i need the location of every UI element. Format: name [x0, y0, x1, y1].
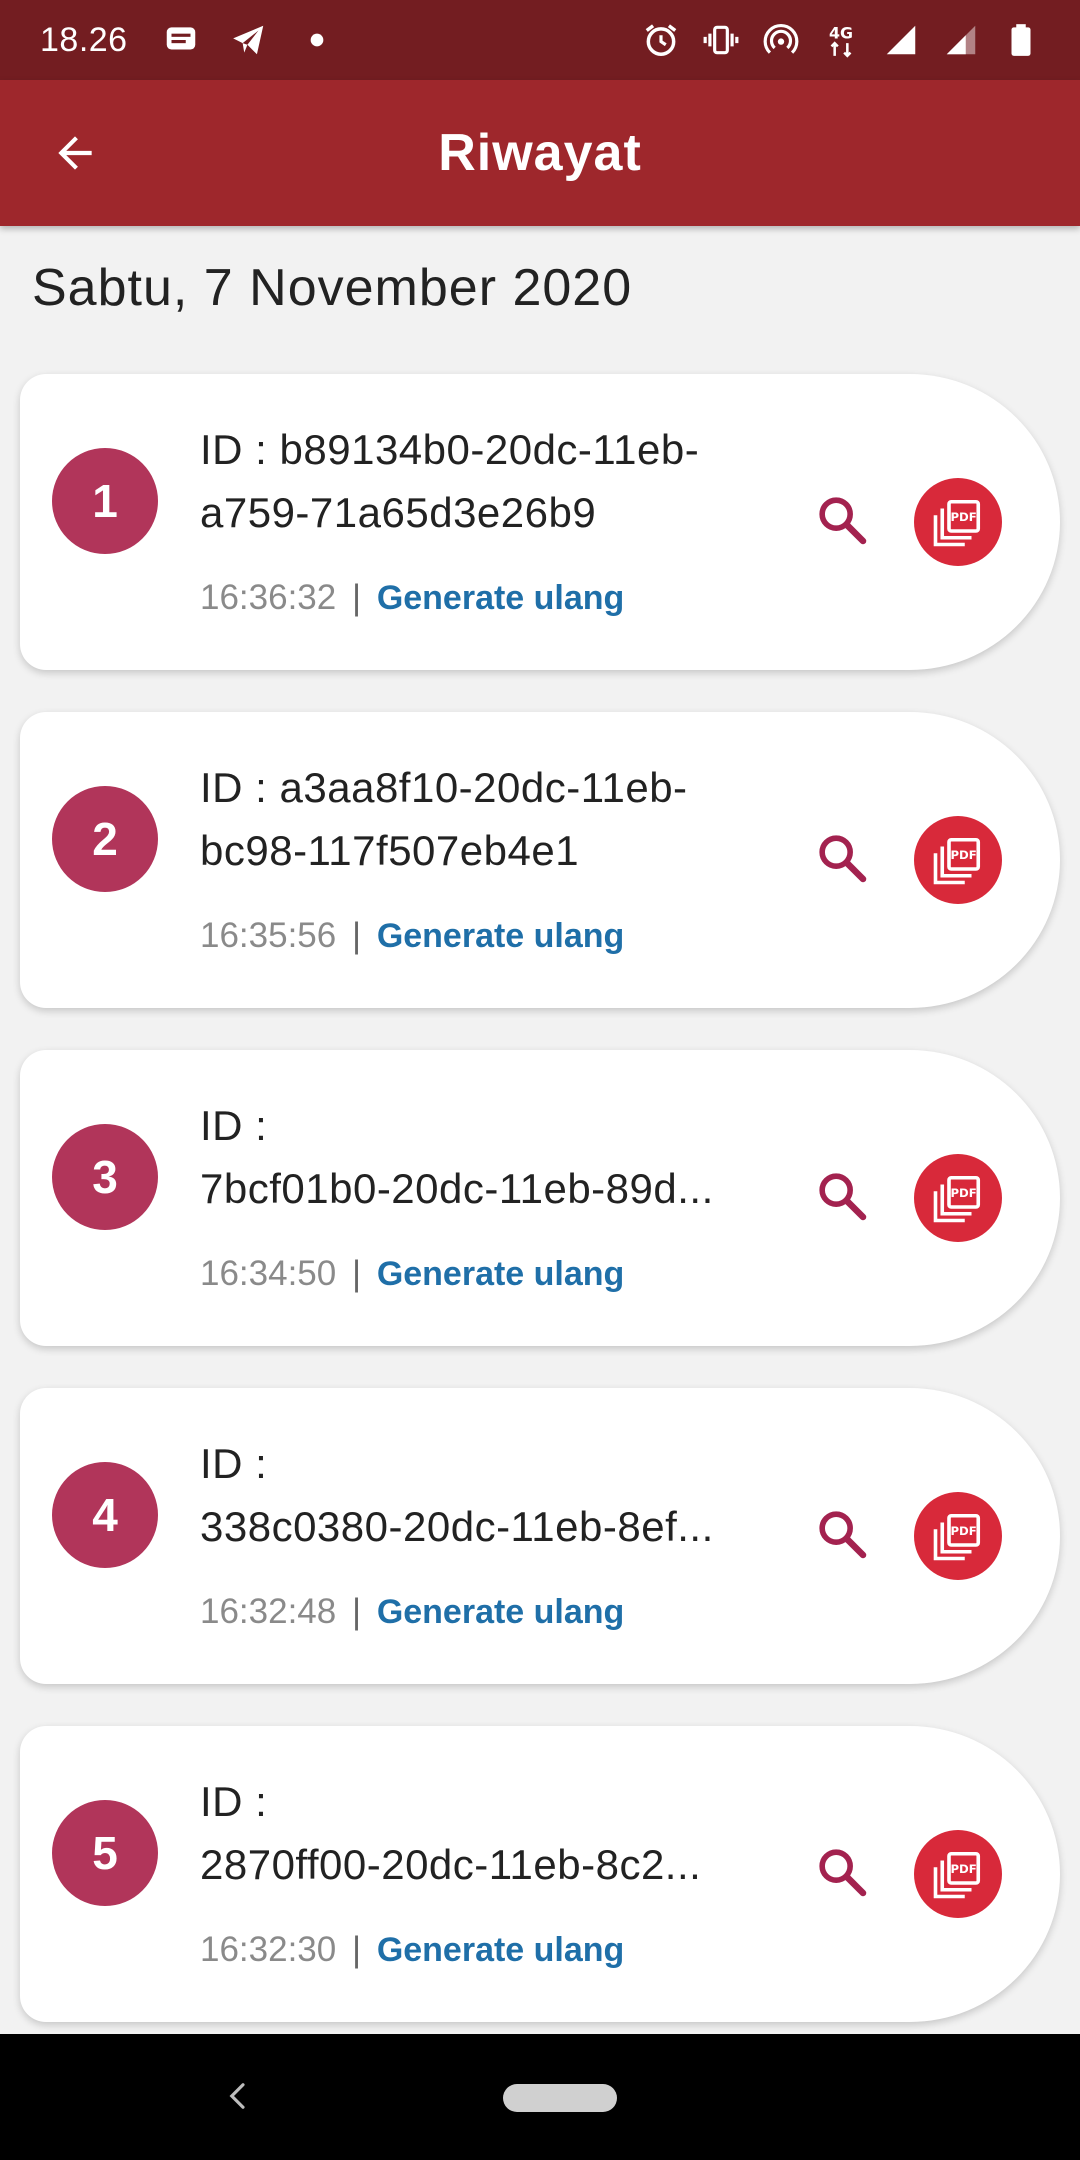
search-button[interactable]	[810, 488, 874, 552]
status-time: 18.26	[40, 20, 128, 59]
pdf-icon: PDF	[933, 1513, 981, 1561]
arrow-back-icon	[58, 136, 92, 170]
search-button[interactable]	[810, 826, 874, 890]
history-meta: 16:36:32 | Generate ulang	[200, 578, 624, 618]
history-id-line1: ID : a3aa8f10-20dc-11eb-	[200, 764, 688, 811]
svg-text:PDF: PDF	[950, 848, 976, 862]
pdf-button[interactable]: PDF	[914, 478, 1002, 566]
system-nav-bar	[0, 2034, 1080, 2160]
message-icon	[162, 21, 200, 59]
number-badge: 3	[52, 1124, 158, 1230]
svg-text:PDF: PDF	[950, 1862, 976, 1876]
search-button[interactable]	[810, 1502, 874, 1566]
svg-text:PDF: PDF	[950, 1524, 976, 1538]
history-id-line2: 7bcf01b0-20dc-11eb-89d...	[200, 1165, 714, 1212]
separator: |	[351, 1592, 362, 1631]
status-system-icons: 4G	[642, 21, 1040, 59]
history-time: 16:34:50	[200, 1254, 337, 1293]
history-meta: 16:32:30 | Generate ulang	[200, 1930, 624, 1970]
battery-icon	[1002, 21, 1040, 59]
search-icon	[819, 835, 867, 883]
history-id: ID : 338c0380-20dc-11eb-8ef...	[200, 1432, 760, 1558]
hotspot-icon	[762, 21, 800, 59]
network-4g-icon: 4G	[822, 21, 860, 59]
vibrate-icon	[702, 21, 740, 59]
signal-icon	[882, 21, 920, 59]
history-id-line1: ID :	[200, 1102, 268, 1149]
status-notification-icons	[162, 21, 336, 59]
history-time: 16:36:32	[200, 578, 337, 617]
history-id-line2: 338c0380-20dc-11eb-8ef...	[200, 1503, 714, 1550]
history-time: 16:32:30	[200, 1930, 337, 1969]
svg-text:PDF: PDF	[950, 510, 976, 524]
history-card[interactable]: 4 ID : 338c0380-20dc-11eb-8ef... 16:32:4…	[20, 1388, 1060, 1684]
pdf-button[interactable]: PDF	[914, 816, 1002, 904]
search-button[interactable]	[810, 1164, 874, 1228]
pdf-icon: PDF	[933, 1851, 981, 1899]
search-button[interactable]	[810, 1840, 874, 1904]
history-id: ID : a3aa8f10-20dc-11eb- bc98-117f507eb4…	[200, 756, 760, 882]
history-id: ID : 7bcf01b0-20dc-11eb-89d...	[200, 1094, 760, 1220]
pdf-icon: PDF	[933, 1175, 981, 1223]
app-bar: Riwayat	[0, 80, 1080, 226]
pdf-icon: PDF	[933, 837, 981, 885]
history-id-line1: ID :	[200, 1440, 268, 1487]
status-bar: 18.26 4G	[0, 0, 1080, 80]
history-id-line1: ID : b89134b0-20dc-11eb-	[200, 426, 700, 473]
generate-ulang-link[interactable]: Generate ulang	[377, 1593, 625, 1631]
search-icon	[819, 497, 867, 545]
history-id-line1: ID :	[200, 1778, 268, 1825]
alarm-icon	[642, 21, 680, 59]
date-header: Sabtu, 7 November 2020	[32, 259, 633, 317]
dot-icon	[298, 21, 336, 59]
nav-back-button[interactable]	[218, 2076, 258, 2116]
history-card[interactable]: 1 ID : b89134b0-20dc-11eb- a759-71a65d3e…	[20, 374, 1060, 670]
separator: |	[351, 1254, 362, 1293]
separator: |	[351, 916, 362, 955]
history-id: ID : b89134b0-20dc-11eb- a759-71a65d3e26…	[200, 418, 760, 544]
history-id: ID : 2870ff00-20dc-11eb-8c2...	[200, 1770, 760, 1896]
history-card[interactable]: 3 ID : 7bcf01b0-20dc-11eb-89d... 16:34:5…	[20, 1050, 1060, 1346]
number-badge: 1	[52, 448, 158, 554]
search-icon	[819, 1511, 867, 1559]
back-button[interactable]	[44, 122, 106, 184]
generate-ulang-link[interactable]: Generate ulang	[377, 579, 625, 617]
svg-text:4G: 4G	[829, 23, 853, 42]
search-icon	[819, 1849, 867, 1897]
number-badge: 2	[52, 786, 158, 892]
history-meta: 16:35:56 | Generate ulang	[200, 916, 624, 956]
history-time: 16:32:48	[200, 1592, 337, 1631]
history-time: 16:35:56	[200, 916, 337, 955]
history-card[interactable]: 5 ID : 2870ff00-20dc-11eb-8c2... 16:32:3…	[20, 1726, 1060, 2022]
pdf-icon: PDF	[933, 499, 981, 547]
separator: |	[351, 578, 362, 617]
svg-text:PDF: PDF	[950, 1186, 976, 1200]
history-id-line2: a759-71a65d3e26b9	[200, 489, 597, 536]
telegram-icon	[230, 21, 268, 59]
history-id-line2: 2870ff00-20dc-11eb-8c2...	[200, 1841, 702, 1888]
chevron-left-icon	[229, 2083, 245, 2109]
page-title: Riwayat	[438, 124, 642, 182]
separator: |	[351, 1930, 362, 1969]
generate-ulang-link[interactable]: Generate ulang	[377, 1931, 625, 1969]
history-meta: 16:32:48 | Generate ulang	[200, 1592, 624, 1632]
number-badge: 5	[52, 1800, 158, 1906]
history-meta: 16:34:50 | Generate ulang	[200, 1254, 624, 1294]
generate-ulang-link[interactable]: Generate ulang	[377, 917, 625, 955]
number-badge: 4	[52, 1462, 158, 1568]
nav-home-pill[interactable]	[503, 2084, 617, 2112]
generate-ulang-link[interactable]: Generate ulang	[377, 1255, 625, 1293]
pdf-button[interactable]: PDF	[914, 1154, 1002, 1242]
history-card[interactable]: 2 ID : a3aa8f10-20dc-11eb- bc98-117f507e…	[20, 712, 1060, 1008]
history-id-line2: bc98-117f507eb4e1	[200, 827, 580, 874]
pdf-button[interactable]: PDF	[914, 1830, 1002, 1918]
signal-icon	[942, 21, 980, 59]
search-icon	[819, 1173, 867, 1221]
pdf-button[interactable]: PDF	[914, 1492, 1002, 1580]
